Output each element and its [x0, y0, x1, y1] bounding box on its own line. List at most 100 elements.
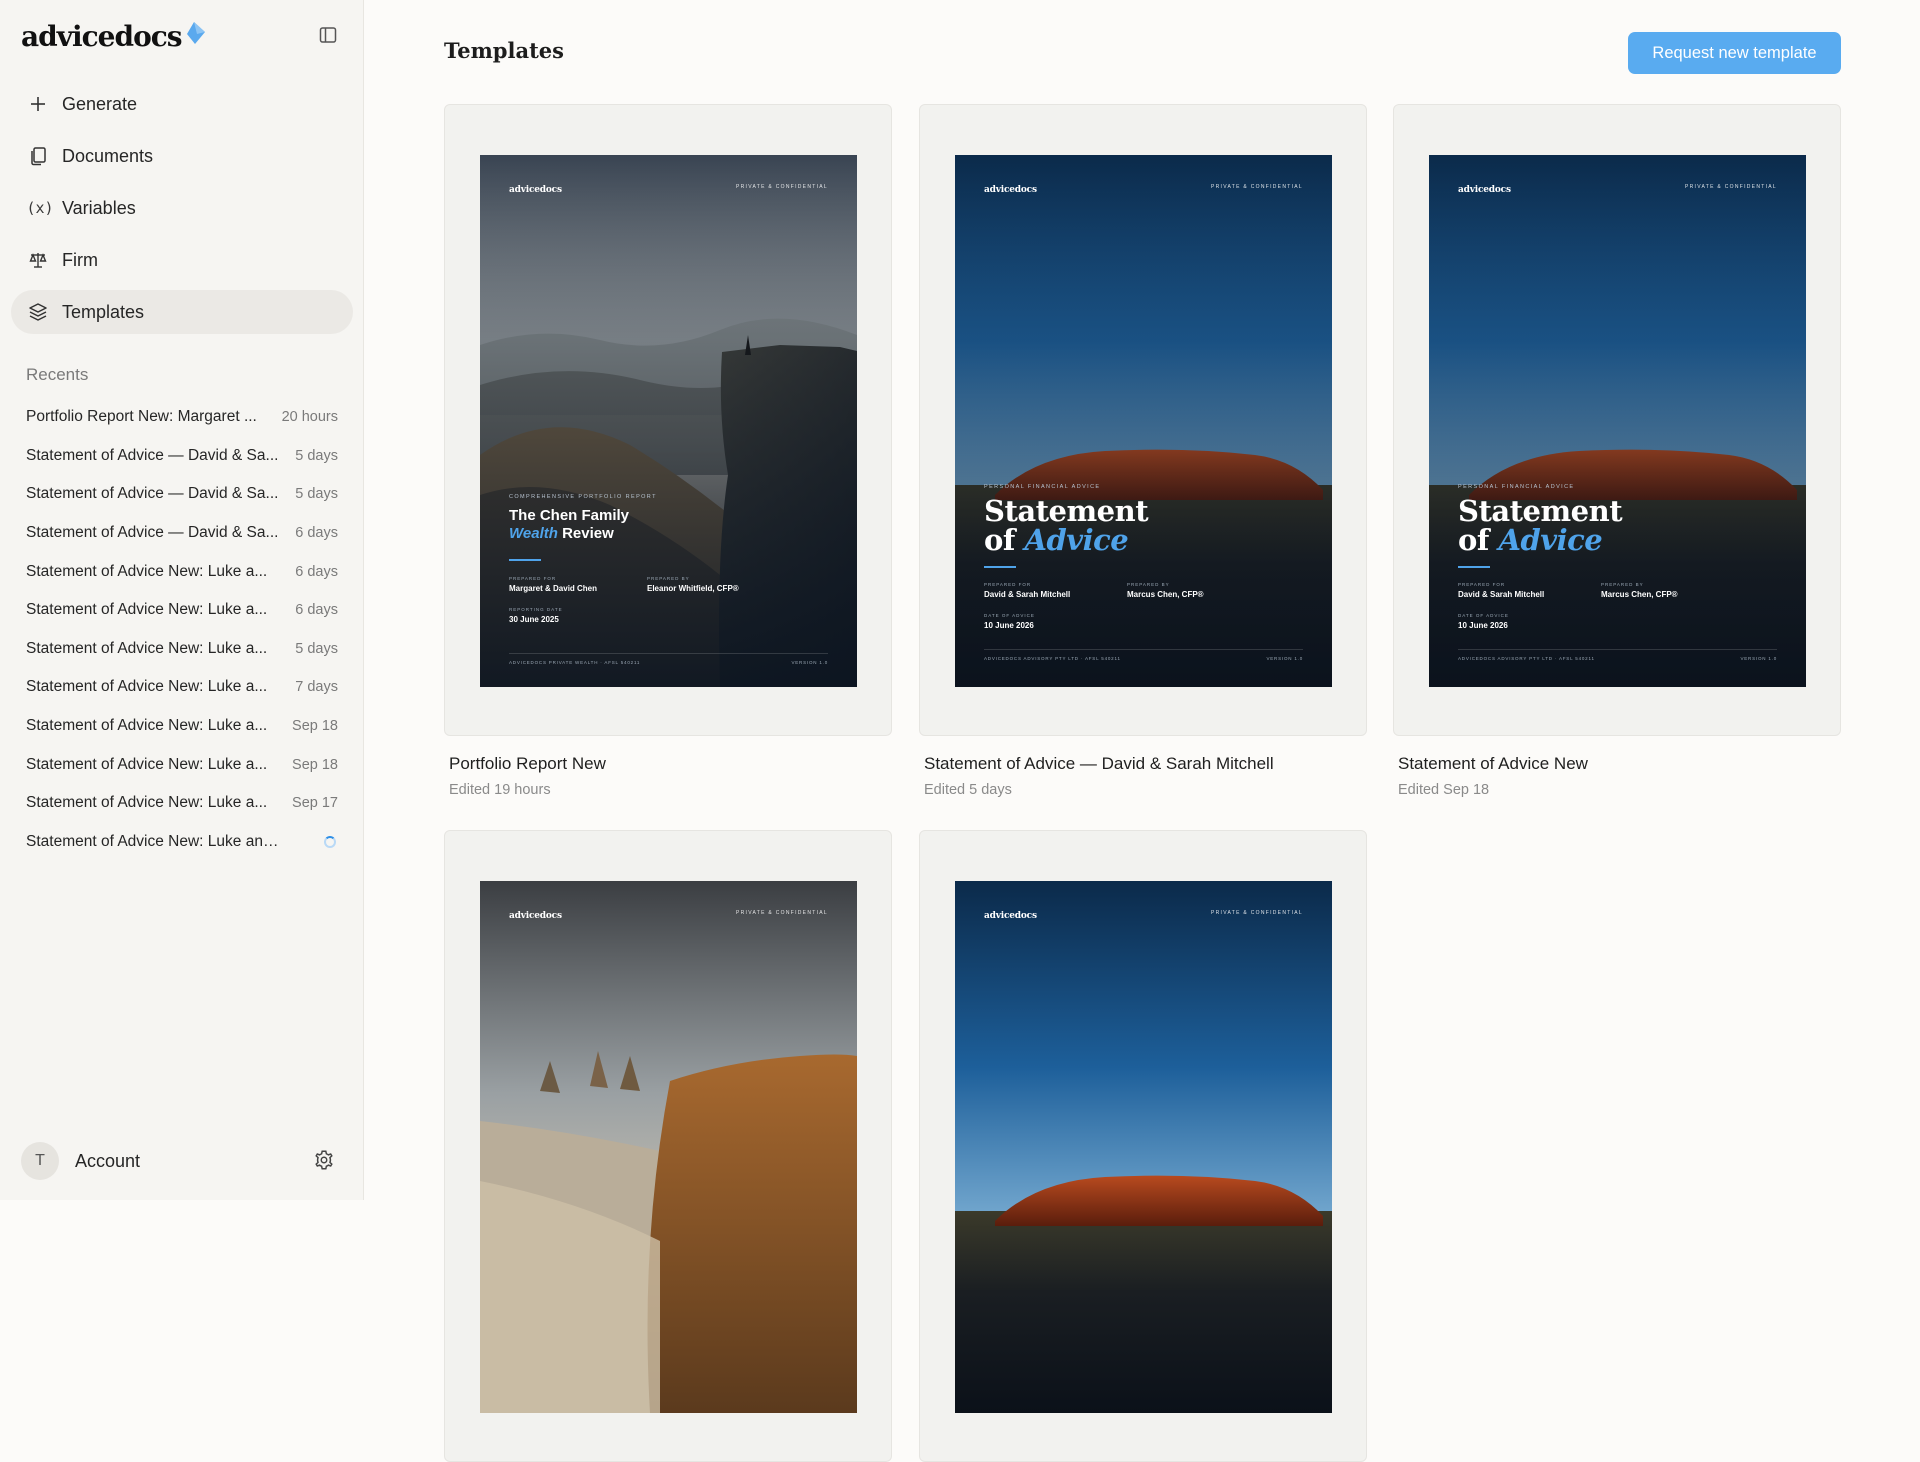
recent-item[interactable]: Portfolio Report New: Margaret ... 20 hou…: [26, 398, 338, 437]
cover-value: 10 June 2026: [1458, 621, 1508, 630]
recents-heading: Recents: [26, 365, 89, 384]
avatar[interactable]: T: [21, 1142, 59, 1180]
recent-title: Portfolio Report New: Margaret ...: [26, 408, 257, 426]
recents-list: Portfolio Report New: Margaret ... 20 hou…: [26, 398, 338, 861]
page-title: Templates: [444, 38, 564, 63]
recent-time: Sep 17: [292, 795, 338, 812]
scales-icon: [26, 248, 50, 272]
main-nav: Generate Documents (x) Variables Firm Te…: [11, 82, 353, 342]
cover-title-accent: Wealth: [509, 525, 558, 542]
request-template-button[interactable]: Request new template: [1628, 32, 1841, 74]
recent-time: 6 days: [295, 602, 338, 619]
nav-item-firm[interactable]: Firm: [11, 238, 353, 282]
cover-value: 10 June 2026: [984, 621, 1034, 630]
recent-time: 5 days: [295, 447, 338, 464]
cover-confidential: PRIVATE & CONFIDENTIAL: [735, 184, 828, 190]
cover-title-accent: Advice: [1024, 523, 1129, 557]
cover-confidential: PRIVATE & CONFIDENTIAL: [1210, 910, 1303, 916]
loading-spinner-icon: [324, 835, 336, 848]
cover-image: advicedocs PRIVATE & CONFIDENTIAL: [480, 881, 857, 1413]
nav-item-generate[interactable]: Generate: [11, 82, 353, 126]
cover-title-line1: Statement: [1458, 494, 1623, 528]
plus-icon: [26, 92, 50, 116]
recent-title: Statement of Advice — David & Sa...: [26, 485, 279, 503]
recent-title: Statement of Advice New: Luke a...: [26, 562, 268, 580]
cover-title-of: of: [1458, 523, 1489, 557]
account-area: T Account: [21, 1141, 337, 1181]
recent-item[interactable]: Statement of Advice New: Luke a... 7 days: [26, 668, 338, 707]
cover-title-line2: Wealth Review: [509, 525, 614, 543]
cover-footer-left: ADVICEDOCS ADVISORY PTY LTD · AFSL 54021…: [984, 656, 1121, 661]
recent-item[interactable]: Statement of Advice New: Luke a... Sep 18: [26, 745, 338, 784]
cover-logo: advicedocs: [984, 185, 1037, 195]
recent-item[interactable]: Statement of Advice — David & Sa... 6 day…: [26, 514, 338, 553]
recent-title: Statement of Advice New: Luke a...: [26, 755, 268, 773]
cover-footer: ADVICEDOCS ADVISORY PTY LTD · AFSL 54021…: [1458, 649, 1777, 661]
recent-title: Statement of Advice New: Luke and ...: [26, 832, 286, 850]
recent-item[interactable]: Statement of Advice — David & Sa... 5 day…: [26, 437, 338, 476]
cover-rule: [509, 559, 541, 561]
recent-time: 6 days: [295, 563, 338, 580]
cover-logo: advicedocs: [509, 185, 562, 195]
recent-item[interactable]: Statement of Advice New: Luke a... 6 days: [26, 591, 338, 630]
cover-value: Eleanor Whitfield, CFP®: [647, 584, 739, 593]
template-edited: Edited 5 days: [924, 782, 1012, 798]
cover-label: DATE OF ADVICE: [1458, 613, 1509, 618]
template-card: advicedocs PRIVATE & CONFIDENTIAL: [919, 830, 1367, 1462]
gear-icon[interactable]: [313, 1149, 337, 1173]
recent-title: Statement of Advice New: Luke a...: [26, 601, 268, 619]
cover-footer-right: VERSION 1.0: [791, 660, 828, 665]
nav-label: Firm: [62, 249, 98, 270]
cover-rule: [1458, 566, 1490, 568]
cover-eyebrow: PERSONAL FINANCIAL ADVICE: [1458, 484, 1575, 490]
nav-label: Variables: [62, 197, 136, 218]
template-preview[interactable]: advicedocs PRIVATE & CONFIDENTIAL PERSON…: [919, 104, 1367, 736]
template-name[interactable]: Statement of Advice — David & Sarah Mitc…: [924, 754, 1367, 774]
cover-value: David & Sarah Mitchell: [984, 590, 1071, 599]
cover-footer-right: VERSION 1.0: [1266, 656, 1303, 661]
cover-title-line1: Statement: [984, 494, 1149, 528]
template-edited: Edited 19 hours: [449, 782, 551, 798]
app-logo[interactable]: advicedocs: [21, 16, 207, 56]
cover-label: PREPARED FOR: [1458, 582, 1506, 587]
cover-image: advicedocs PRIVATE & CONFIDENTIAL COMPRE…: [480, 155, 857, 687]
template-preview[interactable]: advicedocs PRIVATE & CONFIDENTIAL: [919, 830, 1367, 1462]
cover-footer: ADVICEDOCS PRIVATE WEALTH · AFSL 540211 V…: [509, 653, 828, 665]
recent-item[interactable]: Statement of Advice New: Luke a... 6 days: [26, 552, 338, 591]
account-link[interactable]: Account: [75, 1151, 140, 1172]
recent-time: 20 hours: [281, 409, 338, 426]
cover-eyebrow: PERSONAL FINANCIAL ADVICE: [984, 484, 1101, 490]
recent-time: 5 days: [295, 640, 338, 657]
cover-value: Marcus Chen, CFP®: [1601, 590, 1678, 599]
recent-item[interactable]: Statement of Advice New: Luke a... Sep 17: [26, 784, 338, 823]
recent-time: 6 days: [295, 525, 338, 542]
recent-item[interactable]: Statement of Advice New: Luke and ...: [26, 823, 338, 862]
nav-item-variables[interactable]: (x) Variables: [11, 186, 353, 230]
recent-title: Statement of Advice New: Luke a...: [26, 794, 268, 812]
sidebar-toggle-icon[interactable]: [316, 23, 340, 47]
logo-text: advicedocs: [21, 19, 183, 53]
template-name[interactable]: Statement of Advice New: [1398, 754, 1841, 774]
cover-footer-right: VERSION 1.0: [1740, 656, 1777, 661]
template-preview[interactable]: advicedocs PRIVATE & CONFIDENTIAL PERSON…: [1393, 104, 1841, 736]
recent-item[interactable]: Statement of Advice — David & Sa... 5 day…: [26, 475, 338, 514]
template-preview[interactable]: advicedocs PRIVATE & CONFIDENTIAL: [444, 830, 892, 1462]
recent-title: Statement of Advice New: Luke a...: [26, 639, 268, 657]
nav-item-templates[interactable]: Templates: [11, 290, 353, 334]
recent-item[interactable]: Statement of Advice New: Luke a... 5 days: [26, 630, 338, 669]
cover-label: DATE OF ADVICE: [984, 613, 1035, 618]
template-preview[interactable]: advicedocs PRIVATE & CONFIDENTIAL COMPRE…: [444, 104, 892, 736]
recent-item[interactable]: Statement of Advice New: Luke a... Sep 18: [26, 707, 338, 746]
cover-title-rest: Review: [562, 525, 614, 542]
cover-value: Marcus Chen, CFP®: [1127, 590, 1204, 599]
nav-item-documents[interactable]: Documents: [11, 134, 353, 178]
cover-image: advicedocs PRIVATE & CONFIDENTIAL PERSON…: [955, 155, 1332, 687]
cover-label: REPORTING DATE: [509, 607, 563, 612]
template-name[interactable]: Portfolio Report New: [449, 754, 892, 774]
cover-label: PREPARED FOR: [984, 582, 1032, 587]
template-card: advicedocs PRIVATE & CONFIDENTIAL PERSON…: [1393, 104, 1841, 798]
nav-label: Templates: [62, 301, 145, 322]
cover-logo: advicedocs: [509, 911, 562, 921]
recent-title: Statement of Advice — David & Sa...: [26, 446, 279, 464]
layers-icon: [26, 300, 50, 324]
